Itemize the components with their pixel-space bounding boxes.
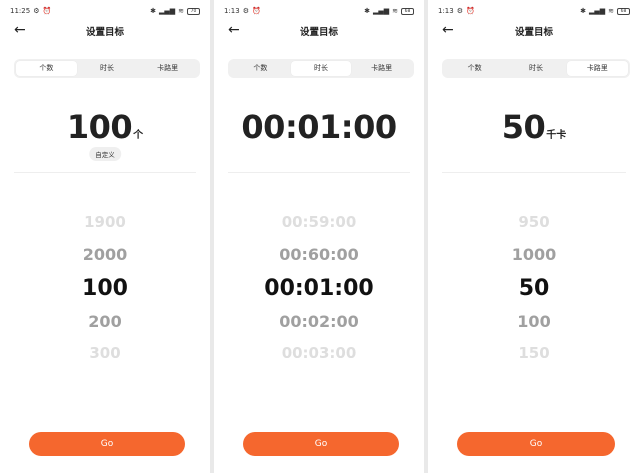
header: ← 设置目标 — [428, 22, 640, 40]
wifi-icon: ≋ — [392, 6, 398, 15]
signal-icon: ▂▄▆ — [158, 6, 176, 15]
screens-container: 11:25 ⚙ ⏰ ✱ ▂▄▆ ≋ 70 ← 设置目标 个数 时长 卡路里 10… — [0, 0, 640, 473]
tab-duration[interactable]: 时长 — [77, 61, 138, 76]
picker-item[interactable]: 00:60:00 — [214, 245, 424, 264]
bluetooth-icon: ✱ — [580, 6, 586, 15]
go-button[interactable]: Go — [243, 432, 399, 456]
tab-count[interactable]: 个数 — [444, 61, 505, 76]
status-time: 1:13 — [224, 7, 240, 15]
header: ← 设置目标 — [0, 22, 210, 40]
goal-value: 100 — [66, 108, 133, 146]
tab-calories[interactable]: 卡路里 — [566, 61, 628, 76]
bluetooth-icon: ✱ — [364, 6, 370, 15]
picker-item-selected[interactable]: 00:01:00 — [214, 276, 424, 301]
status-bar: 11:25 ⚙ ⏰ ✱ ▂▄▆ ≋ 70 — [10, 5, 200, 17]
tab-count[interactable]: 个数 — [230, 61, 291, 76]
picker-item[interactable]: 00:02:00 — [214, 312, 424, 331]
picker-item-selected[interactable]: 100 — [0, 276, 210, 301]
goal-screen-count: 11:25 ⚙ ⏰ ✱ ▂▄▆ ≋ 70 ← 设置目标 个数 时长 卡路里 10… — [0, 0, 210, 473]
wifi-icon: ≋ — [178, 6, 184, 15]
tab-duration[interactable]: 时长 — [290, 61, 352, 76]
notification-icon: ⚙ — [33, 6, 40, 15]
page-title: 设置目标 — [299, 27, 338, 38]
tab-calories[interactable]: 卡路里 — [351, 61, 412, 76]
picker-item[interactable]: 300 — [0, 344, 210, 362]
go-button[interactable]: Go — [29, 432, 185, 456]
goal-screen-duration: 1:13 ⚙ ⏰ ✱ ▂▄▆ ≋ 68 ← 设置目标 个数 时长 卡路里 00:… — [214, 0, 424, 473]
wifi-icon: ≋ — [608, 6, 614, 15]
tab-duration[interactable]: 时长 — [505, 61, 566, 76]
status-time: 11:25 — [10, 7, 31, 15]
picker-item[interactable]: 150 — [428, 344, 640, 362]
picker-item[interactable]: 1000 — [428, 245, 640, 264]
header: ← 设置目标 — [214, 22, 424, 40]
battery-icon: 70 — [187, 7, 200, 15]
status-bar: 1:13 ⚙ ⏰ ✱ ▂▄▆ ≋ 68 — [438, 5, 630, 17]
notification-icon: ⚙ — [456, 6, 464, 15]
picker-item[interactable]: 00:03:00 — [214, 344, 424, 362]
battery-icon: 68 — [617, 7, 630, 15]
custom-button[interactable]: 自定义 — [89, 147, 121, 161]
tab-count[interactable]: 个数 — [16, 61, 77, 76]
alarm-icon: ⏰ — [252, 6, 261, 15]
goal-type-segmented-control: 个数 时长 卡路里 — [442, 59, 630, 78]
signal-icon: ▂▄▆ — [372, 6, 390, 15]
goal-type-segmented-control: 个数 时长 卡路里 — [228, 59, 414, 78]
notification-icon: ⚙ — [242, 6, 250, 15]
picker-item[interactable]: 00:59:00 — [214, 213, 424, 231]
picker-item[interactable]: 100 — [428, 312, 640, 331]
goal-value: 00:01:00 — [241, 108, 397, 146]
alarm-icon: ⏰ — [466, 6, 475, 15]
bluetooth-icon: ✱ — [150, 6, 156, 15]
alarm-icon: ⏰ — [42, 6, 52, 15]
signal-icon: ▂▄▆ — [588, 6, 606, 15]
tab-calories[interactable]: 卡路里 — [137, 61, 198, 76]
time-picker[interactable]: 00:59:00 00:60:00 00:01:00 00:02:00 00:0… — [214, 205, 424, 375]
picker-item-selected[interactable]: 50 — [428, 276, 640, 301]
status-bar: 1:13 ⚙ ⏰ ✱ ▂▄▆ ≋ 68 — [224, 5, 414, 17]
picker-item[interactable]: 2000 — [0, 245, 210, 264]
divider — [228, 172, 410, 173]
goal-screen-calories: 1:13 ⚙ ⏰ ✱ ▂▄▆ ≋ 68 ← 设置目标 个数 时长 卡路里 50千… — [428, 0, 640, 473]
goal-value: 50 — [501, 108, 546, 146]
status-time: 1:13 — [438, 7, 454, 15]
divider — [14, 172, 196, 173]
divider — [442, 172, 626, 173]
goal-type-segmented-control: 个数 时长 卡路里 — [14, 59, 200, 78]
page-title: 设置目标 — [514, 27, 553, 38]
value-picker[interactable]: 950 1000 50 100 150 — [428, 205, 640, 375]
picker-item[interactable]: 1900 — [0, 213, 210, 231]
goal-value-display: 00:01:00 — [214, 108, 424, 146]
battery-icon: 68 — [401, 7, 414, 15]
value-picker[interactable]: 1900 2000 100 200 300 — [0, 205, 210, 375]
go-button[interactable]: Go — [457, 432, 615, 456]
page-title: 设置目标 — [85, 27, 124, 38]
goal-value-display: 100个 — [0, 108, 210, 146]
goal-unit: 千卡 — [546, 130, 567, 141]
goal-unit: 个 — [133, 130, 144, 141]
picker-item[interactable]: 950 — [428, 213, 640, 231]
picker-item[interactable]: 200 — [0, 312, 210, 331]
goal-value-display: 50千卡 — [428, 108, 640, 146]
